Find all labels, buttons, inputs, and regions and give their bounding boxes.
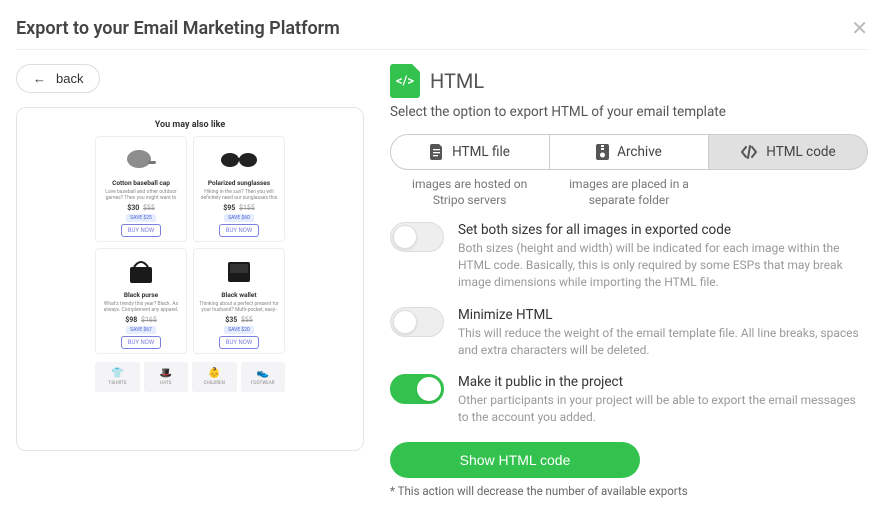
product-card: Black purse What's trendy this year? Bla… [95, 248, 187, 354]
section-description: Select the option to export HTML of your… [390, 104, 868, 120]
archive-icon [596, 144, 609, 160]
toggle-both-sizes[interactable] [390, 222, 444, 252]
option-title: Set both sizes for all images in exporte… [458, 222, 868, 238]
product-card: Cotton baseball cap Love baseball and ot… [95, 136, 187, 242]
segment-html-file[interactable]: HTML file [390, 134, 550, 170]
option-description: Both sizes (height and width) will be in… [458, 240, 868, 290]
export-segmented-control: HTML file Archive HTML code [390, 134, 868, 170]
arrow-left-icon: ← [33, 71, 46, 86]
product-card: Black wallet Thinking about a perfect pr… [193, 248, 285, 354]
html-file-icon: </> [390, 64, 420, 98]
export-modal: Export to your Email Marketing Platform … [0, 0, 884, 524]
product-image-wallet [198, 253, 280, 289]
close-icon[interactable]: ✕ [851, 18, 868, 38]
section-title: HTML [430, 69, 484, 93]
modal-title: Export to your Email Marketing Platform [16, 18, 340, 39]
footnote: * This action will decrease the number o… [390, 484, 868, 498]
category-footwear: 👟FOOTWEAR [241, 362, 286, 392]
toggle-public[interactable] [390, 374, 444, 404]
segment-archive[interactable]: Archive [550, 134, 708, 170]
product-card: Polarized sunglasses Hiking in the sun? … [193, 136, 285, 242]
product-image-purse [100, 253, 182, 289]
product-image-cap [100, 141, 182, 177]
option-description: Other participants in your project will … [458, 392, 868, 426]
modal-header: Export to your Email Marketing Platform … [16, 18, 868, 50]
category-hats: 🎩HATS [144, 362, 189, 392]
shoe-icon: 👟 [257, 369, 269, 379]
back-button[interactable]: ← back [16, 64, 100, 93]
email-preview: You may also like Cotton baseball cap Lo… [95, 118, 285, 440]
segment-html-code[interactable]: HTML code [708, 134, 868, 170]
segment-sub-archive: images are placed in a separate folder [549, 176, 708, 208]
option-title: Minimize HTML [458, 307, 868, 323]
segment-sub-file: images are hosted on Stripo servers [390, 176, 549, 208]
option-title: Make it public in the project [458, 374, 868, 390]
category-tshirts: 👕T-SHIRTS [95, 362, 140, 392]
segment-sub-code [709, 176, 868, 208]
toggle-minimize[interactable] [390, 307, 444, 337]
option-description: This will reduce the weight of the email… [458, 325, 868, 359]
back-label: back [56, 71, 83, 86]
product-image-sunglasses [198, 141, 280, 177]
show-html-code-button[interactable]: Show HTML code [390, 442, 640, 478]
code-icon [740, 145, 758, 159]
tshirt-icon: 👕 [111, 369, 123, 379]
hat-icon: 🎩 [160, 369, 172, 379]
file-icon [430, 144, 444, 160]
onesie-icon: 👶 [208, 369, 220, 379]
preview-heading: You may also like [95, 120, 285, 130]
category-children: 👶CHILDREN [192, 362, 237, 392]
email-preview-card: You may also like Cotton baseball cap Lo… [16, 107, 364, 451]
